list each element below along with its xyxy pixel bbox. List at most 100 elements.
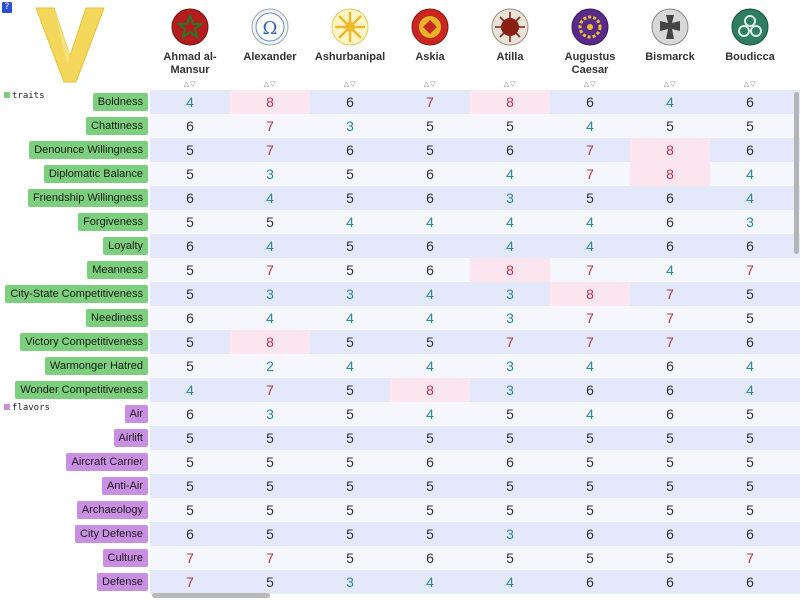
- sort-arrows-icon[interactable]: △▽: [230, 80, 310, 88]
- sort-arrows-icon[interactable]: △▽: [390, 80, 470, 88]
- row-label[interactable]: City-State Competitiveness: [5, 285, 148, 303]
- table-row: Denounce Willingness 5 7 6 5 6 7 8 6: [0, 138, 800, 162]
- row-label[interactable]: Archaeology: [76, 501, 148, 519]
- row-label[interactable]: Forgiveness: [78, 213, 148, 231]
- value-cell: 5: [346, 406, 354, 422]
- value-cell: 5: [586, 478, 594, 494]
- leader-column-header[interactable]: Askia △▽: [390, 0, 470, 90]
- value-cell: 6: [746, 94, 754, 110]
- vertical-scrollbar[interactable]: [794, 92, 799, 254]
- value-cell: 4: [426, 310, 434, 326]
- value-cell: 7: [186, 574, 194, 590]
- value-cell: 5: [186, 286, 194, 302]
- sort-arrows-icon[interactable]: △▽: [150, 80, 230, 88]
- row-label[interactable]: Friendship Willingness: [27, 189, 148, 207]
- value-cell: 5: [346, 478, 354, 494]
- value-cell: 3: [346, 286, 354, 302]
- value-cell: 5: [666, 454, 674, 470]
- table-row: Defense 7 5 3 4 4 6 6 6: [0, 570, 800, 594]
- value-cell: 5: [426, 526, 434, 542]
- value-cell: 8: [630, 138, 710, 162]
- leader-column-header[interactable]: Ashurbanipal △▽: [310, 0, 390, 90]
- value-cell: 6: [746, 526, 754, 542]
- huns-emblem-icon: [491, 8, 529, 46]
- row-label[interactable]: Diplomatic Balance: [43, 165, 148, 183]
- help-button[interactable]: ?: [2, 2, 12, 13]
- value-cell: 4: [426, 574, 434, 590]
- row-label[interactable]: Culture: [102, 549, 148, 567]
- sort-arrows-icon[interactable]: △▽: [630, 80, 710, 88]
- value-cell: 5: [586, 190, 594, 206]
- leader-column-header[interactable]: Atilla △▽: [470, 0, 550, 90]
- leader-column-header[interactable]: Ahmad al- Mansur △▽: [150, 0, 230, 90]
- value-cell: 6: [586, 574, 594, 590]
- row-label[interactable]: Meanness: [87, 261, 148, 279]
- leader-column-header[interactable]: Boudicca △▽: [710, 0, 790, 90]
- table-row: Forgiveness 5 5 4 4 4 4 6 3: [0, 210, 800, 234]
- value-cell: 5: [586, 502, 594, 518]
- row-label[interactable]: Boldness: [92, 93, 148, 111]
- row-label[interactable]: Denounce Willingness: [29, 141, 148, 159]
- row-label[interactable]: Warmonger Hatred: [44, 357, 148, 375]
- value-cell: 4: [506, 574, 514, 590]
- value-cell: 3: [266, 286, 274, 302]
- value-cell: 6: [666, 382, 674, 398]
- value-cell: 5: [666, 550, 674, 566]
- row-label[interactable]: Chattiness: [86, 117, 148, 135]
- table-row: Loyalty 6 4 5 6 4 4 6 6: [0, 234, 800, 258]
- value-cell: 4: [266, 238, 274, 254]
- value-cell: 4: [586, 214, 594, 230]
- leader-column-header[interactable]: Ω Alexander △▽: [230, 0, 310, 90]
- row-label[interactable]: Air: [124, 405, 148, 423]
- value-cell: 5: [186, 334, 194, 350]
- leader-column-header[interactable]: Bismarck △▽: [630, 0, 710, 90]
- row-label[interactable]: Airlift: [113, 429, 148, 447]
- value-cell: 4: [506, 166, 514, 182]
- value-cell: 4: [506, 214, 514, 230]
- sort-arrows-icon[interactable]: △▽: [470, 80, 550, 88]
- leader-column-header[interactable]: Augustus Caesar △▽: [550, 0, 630, 90]
- svg-text:Ω: Ω: [263, 18, 278, 39]
- row-label[interactable]: Neediness: [86, 309, 148, 327]
- value-cell: 6: [586, 382, 594, 398]
- row-label[interactable]: Aircraft Carrier: [66, 453, 148, 471]
- value-cell: 6: [426, 166, 434, 182]
- value-cell: 5: [346, 382, 354, 398]
- value-cell: 3: [266, 406, 274, 422]
- value-cell: 5: [186, 142, 194, 158]
- row-label[interactable]: Wonder Competitiveness: [15, 381, 148, 399]
- value-cell: 4: [346, 214, 354, 230]
- value-cell: 5: [746, 502, 754, 518]
- value-cell: 6: [746, 142, 754, 158]
- value-cell: 4: [346, 358, 354, 374]
- leader-name: Bismarck: [645, 51, 695, 63]
- horizontal-scrollbar[interactable]: [152, 593, 270, 598]
- value-cell: 4: [586, 118, 594, 134]
- sort-arrows-icon[interactable]: △▽: [550, 80, 630, 88]
- value-cell: 5: [346, 502, 354, 518]
- row-label[interactable]: Defense: [97, 573, 148, 591]
- morocco-star-emblem-icon: [171, 8, 209, 46]
- value-cell: 4: [506, 238, 514, 254]
- value-cell: 6: [186, 190, 194, 206]
- row-label[interactable]: Victory Competitiveness: [20, 333, 148, 351]
- songhai-emblem-icon: [411, 8, 449, 46]
- table-row: Culture 7 7 5 6 5 5 5 7: [0, 546, 800, 570]
- row-label[interactable]: Anti-Air: [101, 477, 148, 495]
- row-label[interactable]: City Defense: [75, 525, 148, 543]
- value-cell: 4: [666, 262, 674, 278]
- value-cell: 4: [586, 238, 594, 254]
- value-cell: 3: [746, 214, 754, 230]
- value-cell: 6: [666, 526, 674, 542]
- sort-arrows-icon[interactable]: △▽: [710, 80, 790, 88]
- value-cell: 5: [426, 430, 434, 446]
- section-label-traits: traits: [4, 90, 45, 102]
- value-cell: 6: [506, 142, 514, 158]
- value-cell: 5: [346, 166, 354, 182]
- table-row: Chattiness 6 7 3 5 5 4 5 5: [0, 114, 800, 138]
- value-cell: 4: [426, 358, 434, 374]
- row-label[interactable]: Loyalty: [103, 237, 148, 255]
- sort-arrows-icon[interactable]: △▽: [310, 80, 390, 88]
- value-cell: 6: [426, 262, 434, 278]
- value-cell: 4: [746, 358, 754, 374]
